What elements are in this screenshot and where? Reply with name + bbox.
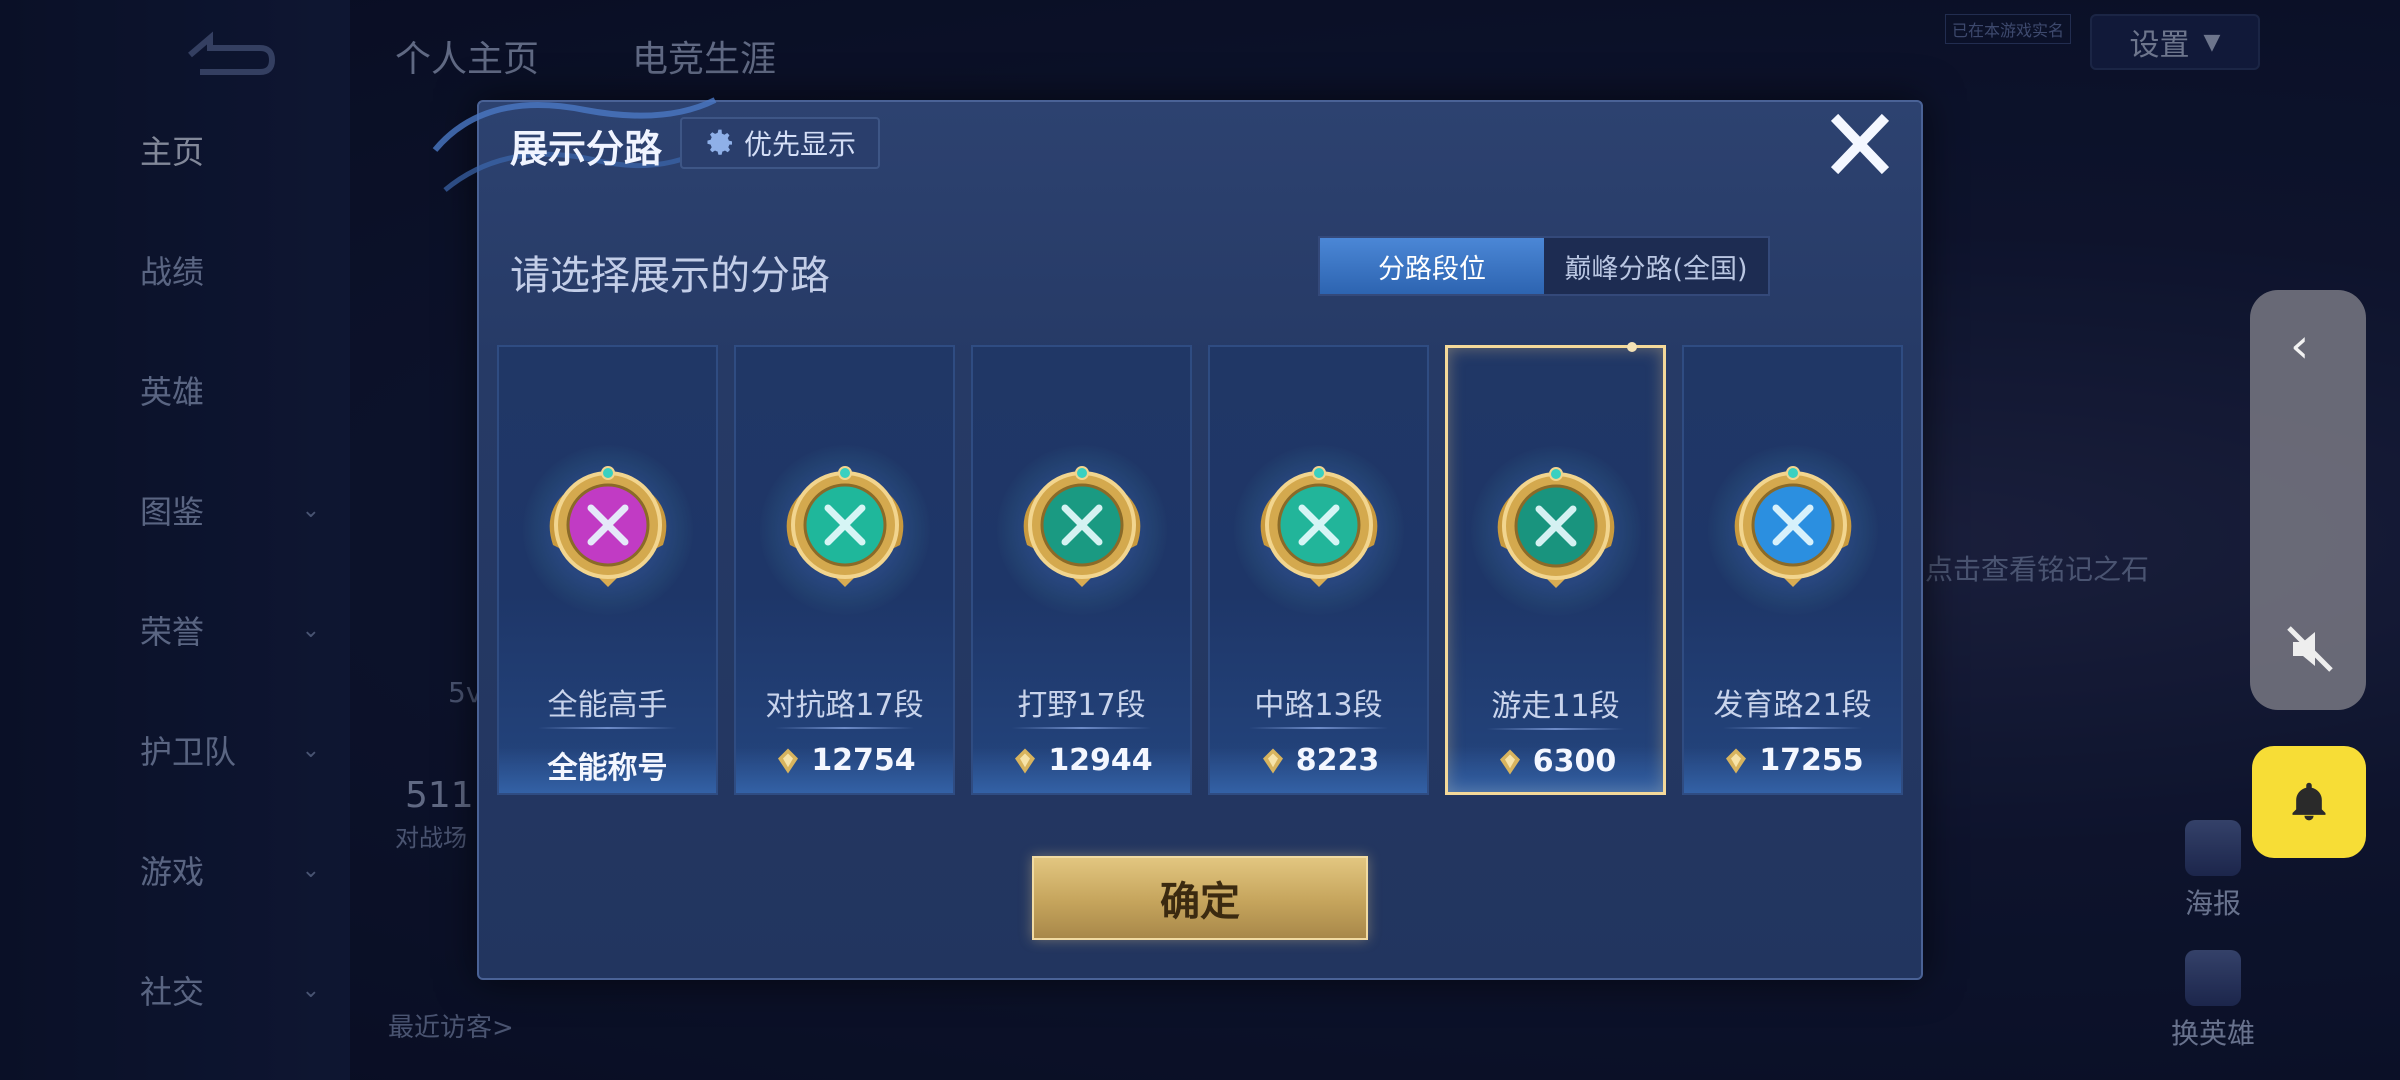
lane-points-value: 12944 <box>1048 743 1153 778</box>
points-icon <box>1015 748 1036 773</box>
confirm-button[interactable]: 确定 <box>1032 856 1368 940</box>
dialog-title: 展示分路 <box>510 127 663 171</box>
priority-display-label: 优先显示 <box>743 128 856 161</box>
dialog-subtitle: 请选择展示的分路 <box>510 253 830 299</box>
card-divider <box>538 727 677 729</box>
lane-rank-label: 对抗路17段 <box>765 688 924 723</box>
lane-points: 8223 <box>1210 743 1427 778</box>
bell-icon <box>2292 782 2326 821</box>
close-icon[interactable] <box>1830 113 1890 175</box>
lane-emblem-icon <box>549 466 666 587</box>
lane-points: 12754 <box>736 743 953 778</box>
points-icon <box>1499 749 1520 774</box>
lane-emblem-icon <box>786 466 903 587</box>
points-icon <box>1726 748 1747 773</box>
lane-card-list: 全能高手 全能称号 对抗路17段 12754 打野17段 12944 中路13段 8223 游走… <box>497 342 1903 795</box>
lane-points-value: 8223 <box>1295 743 1380 778</box>
lane-rank-label: 全能高手 <box>547 688 668 723</box>
card-divider <box>1723 727 1862 729</box>
lane-points-value: 17255 <box>1759 743 1864 778</box>
tab-lane-rank[interactable]: 分路段位 <box>1320 238 1544 294</box>
notification-button[interactable] <box>2252 746 2366 858</box>
card-divider <box>1249 727 1388 729</box>
mute-icon[interactable] <box>2283 622 2337 676</box>
lane-emblem-icon <box>1260 466 1377 587</box>
points-icon <box>778 748 799 773</box>
lane-points: 6300 <box>1448 744 1663 779</box>
collapse-chevron-icon[interactable]: ‹ <box>2290 318 2309 374</box>
tab-peak-lane-national[interactable]: 巅峰分路(全国) <box>1544 238 1768 294</box>
confirm-label: 确定 <box>1160 879 1240 925</box>
lane-rank-label: 游走11段 <box>1491 689 1620 724</box>
lane-card[interactable]: 游走11段 6300 <box>1445 342 1666 795</box>
card-divider <box>1012 727 1151 729</box>
card-divider <box>775 727 914 729</box>
gear-icon <box>707 129 732 155</box>
lane-rank-label: 发育路21段 <box>1713 688 1872 723</box>
card-divider <box>1486 728 1625 730</box>
lane-emblem-icon <box>1734 466 1851 587</box>
lane-points: 17255 <box>1684 743 1901 778</box>
points-icon <box>1262 748 1283 773</box>
selection-marker <box>1627 342 1637 352</box>
lane-points-value: 12754 <box>811 743 916 778</box>
lane-rank-label: 中路13段 <box>1254 688 1383 723</box>
lane-points-value: 6300 <box>1532 744 1617 779</box>
priority-display-button[interactable]: 优先显示 <box>680 117 880 169</box>
lane-card[interactable]: 对抗路17段 12754 <box>734 345 955 795</box>
lane-emblem-icon <box>1023 466 1140 587</box>
lane-card[interactable]: 打野17段 12944 <box>971 345 1192 795</box>
lane-emblem-icon <box>1497 467 1614 588</box>
lane-card[interactable]: 发育路21段 17255 <box>1682 345 1903 795</box>
lane-rank-label: 打野17段 <box>1017 688 1146 723</box>
lane-card[interactable]: 全能高手 全能称号 <box>497 345 718 795</box>
lane-points: 全能称号 <box>499 743 716 787</box>
lane-mode-toggle: 分路段位 巅峰分路(全国) <box>1318 236 1770 296</box>
lane-points-value: 全能称号 <box>547 751 668 786</box>
lane-points: 12944 <box>973 743 1190 778</box>
lane-card[interactable]: 中路13段 8223 <box>1208 345 1429 795</box>
